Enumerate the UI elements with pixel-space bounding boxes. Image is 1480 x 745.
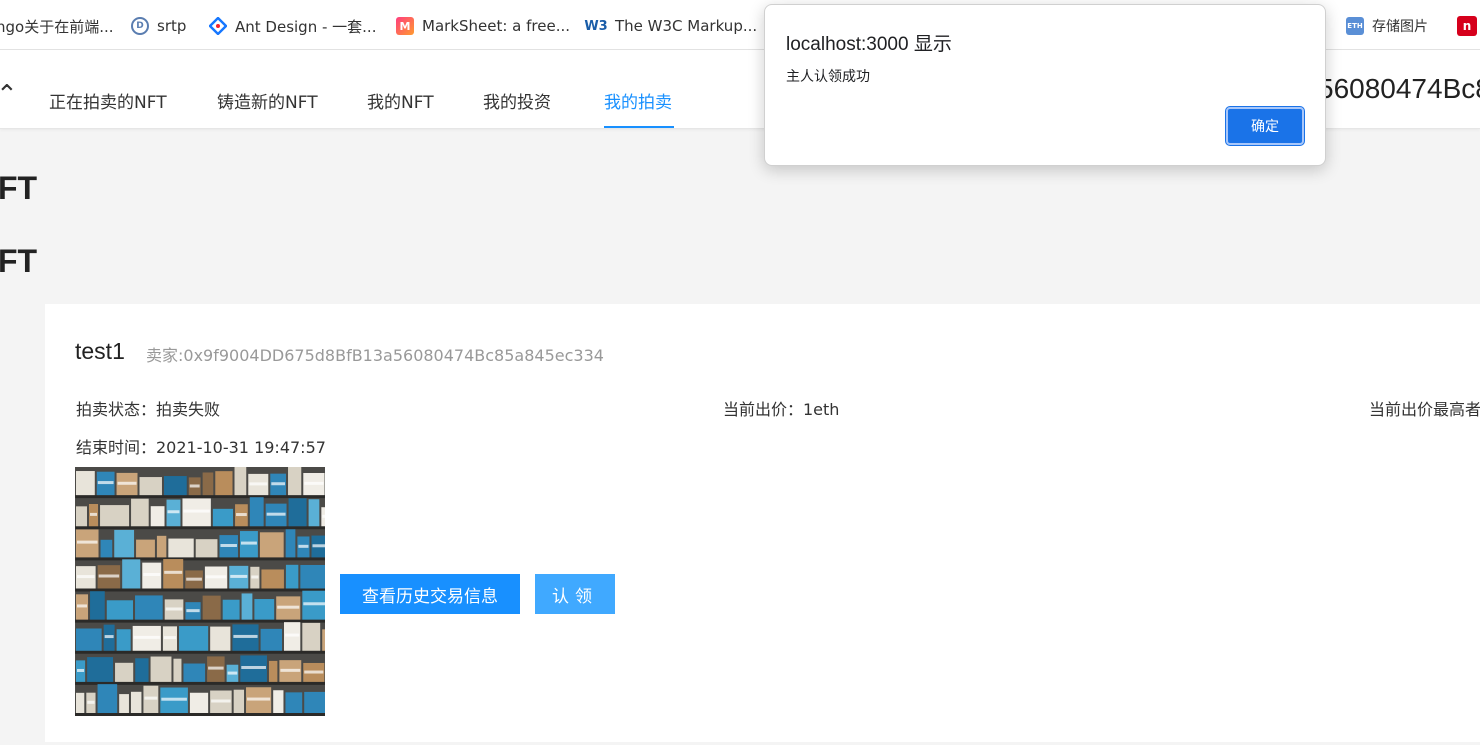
bookmark-item[interactable]: n <box>1457 15 1477 37</box>
bookmark-item[interactable]: ETH 存储图片 <box>1346 15 1428 37</box>
nft-image <box>75 467 325 716</box>
nav-item-my-nft[interactable]: 我的NFT <box>367 88 434 113</box>
bookmark-label: ngo关于在前端... <box>0 17 114 36</box>
bookmark-item[interactable]: W3 The W3C Markup... <box>584 15 758 37</box>
bookmark-label: MarkSheet: a free... <box>422 17 571 35</box>
dialog-title: localhost:3000 显示 <box>786 34 952 55</box>
bookmark-label: Ant Design - 一套... <box>235 17 377 36</box>
marksheet-icon: M <box>396 17 414 35</box>
bookmark-item[interactable]: Ant Design - 一套... <box>209 15 376 37</box>
nft-title: test1 <box>75 338 125 364</box>
auction-card: test1 卖家:0x9f9004DD675d8BfB13a56080474Bc… <box>45 304 1480 742</box>
section-heading: FT <box>0 170 38 206</box>
section-heading: FT <box>0 243 38 279</box>
srtp-icon: D <box>131 17 149 35</box>
nav-item-my-auctions[interactable]: 我的拍卖 <box>604 88 672 113</box>
bookmark-icon: n <box>1457 16 1477 36</box>
auction-status: 拍卖状态：拍卖失败 <box>76 400 221 419</box>
nav-item-mint[interactable]: 铸造新的NFT <box>217 88 318 113</box>
seller-address: 卖家:0x9f9004DD675d8BfB13a56080474Bc85a845… <box>146 346 604 365</box>
logo-icon: ⌃ <box>0 80 18 110</box>
active-tab-indicator <box>604 126 674 128</box>
view-history-button[interactable]: 查看历史交易信息 <box>340 574 520 614</box>
dialog-ok-button[interactable]: 确定 <box>1226 107 1304 145</box>
bookmark-item[interactable]: ngo关于在前端... <box>0 15 114 37</box>
eth-icon: ETH <box>1346 17 1364 35</box>
highest-bidder: 当前出价最高者 <box>1369 400 1480 419</box>
bookmark-label: srtp <box>157 17 187 35</box>
account-address: 56080474Bc8 <box>1318 73 1480 104</box>
end-time: 结束时间：2021-10-31 19:47:57 <box>76 438 326 457</box>
bookmark-label: The W3C Markup... <box>615 17 758 35</box>
alert-dialog: localhost:3000 显示 主人认领成功 确定 <box>764 4 1326 166</box>
bookmark-label: 存储图片 <box>1372 19 1428 35</box>
w3c-icon: W3 <box>584 18 608 34</box>
current-bid: 当前出价：1eth <box>723 400 840 419</box>
dialog-message: 主人认领成功 <box>786 69 870 85</box>
nav-item-auctions[interactable]: 正在拍卖的NFT <box>49 88 167 113</box>
ant-design-icon <box>209 17 227 35</box>
claim-button[interactable]: 认领 <box>535 574 615 614</box>
nav-item-my-investments[interactable]: 我的投资 <box>483 88 551 113</box>
bookmark-item[interactable]: M MarkSheet: a free... <box>396 15 570 37</box>
bookmark-item[interactable]: D srtp <box>131 15 186 37</box>
